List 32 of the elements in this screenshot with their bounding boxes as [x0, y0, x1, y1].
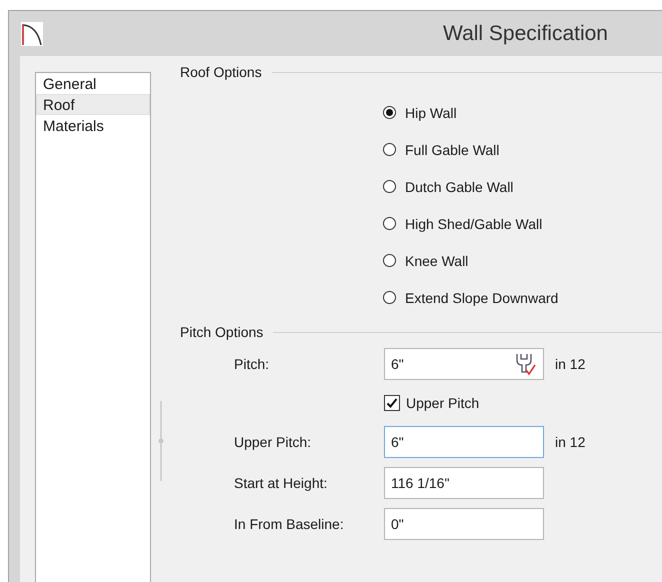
field-label: Upper Pitch:: [234, 434, 312, 450]
radio-label: High Shed/Gable Wall: [405, 216, 542, 232]
radio-button[interactable]: [383, 143, 396, 156]
radio-label: Dutch Gable Wall: [405, 178, 514, 194]
radio-label: Extend Slope Downward: [405, 290, 558, 306]
window-title: Wall Specification: [443, 22, 608, 46]
arch-icon: [21, 22, 43, 46]
input-field[interactable]: 6": [384, 348, 544, 380]
radio-button[interactable]: [383, 106, 396, 119]
input-field[interactable]: 116 1/16": [384, 467, 544, 499]
radio-button[interactable]: [383, 180, 396, 193]
radio-button[interactable]: [383, 217, 396, 230]
sidebar-item[interactable]: Materials: [36, 115, 150, 136]
input-field[interactable]: 0": [384, 508, 544, 540]
group-title: Pitch Options: [180, 324, 264, 340]
unit-label: in 12: [554, 434, 586, 450]
radio-label: Hip Wall: [405, 104, 457, 120]
radio-button[interactable]: [383, 291, 396, 304]
field-label: Start at Height:: [234, 475, 328, 491]
splitter-handle[interactable]: [158, 401, 166, 481]
checkbox-label: Upper Pitch: [406, 395, 480, 411]
radio-button[interactable]: [383, 254, 396, 267]
sidebar-item[interactable]: General: [36, 73, 150, 94]
input-field[interactable]: 6": [384, 426, 544, 458]
group-title: Roof Options: [180, 64, 262, 80]
sidebar-item[interactable]: Roof: [36, 94, 150, 115]
field-label: In From Baseline:: [234, 516, 345, 532]
unit-label: in 12: [554, 356, 586, 372]
radio-label: Full Gable Wall: [405, 142, 500, 158]
radio-label: Knee Wall: [405, 252, 468, 268]
field-label: Pitch:: [234, 356, 270, 372]
checkbox[interactable]: [384, 395, 400, 411]
